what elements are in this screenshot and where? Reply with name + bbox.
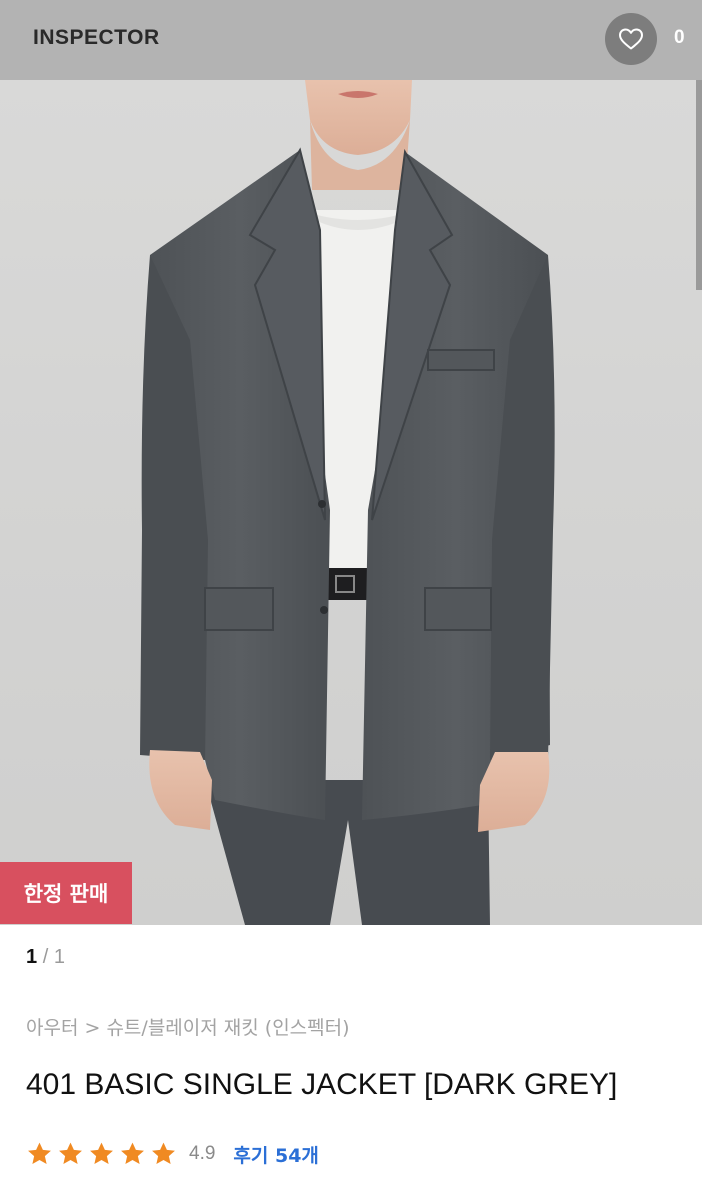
pager-current: 1 bbox=[26, 946, 38, 968]
heart-outline-icon bbox=[619, 28, 643, 50]
jacket-photo-illustration bbox=[140, 80, 555, 925]
pager-total: 1 bbox=[53, 946, 65, 968]
reviews-link[interactable]: 후기 54개 bbox=[233, 1141, 319, 1168]
like-count: 0 bbox=[674, 27, 685, 48]
rating-row: 4.9 후기 54개 bbox=[24, 1137, 319, 1171]
top-bar: INSPECTOR 0 bbox=[0, 0, 702, 80]
breadcrumb-category[interactable]: 아우터 bbox=[26, 1017, 84, 1039]
limited-sale-badge: 한정 판매 bbox=[0, 862, 132, 924]
star-icon bbox=[121, 1142, 144, 1165]
rating-stars bbox=[24, 1140, 179, 1168]
image-pager: 1 / 1 bbox=[26, 946, 65, 969]
like-button[interactable] bbox=[605, 13, 657, 65]
product-image[interactable] bbox=[0, 80, 702, 925]
star-icon bbox=[59, 1142, 82, 1165]
star-icon bbox=[28, 1142, 51, 1165]
breadcrumb-separator: > bbox=[84, 1017, 107, 1039]
breadcrumb-brand[interactable]: (인스펙터) bbox=[265, 1017, 350, 1039]
brand-logo[interactable]: INSPECTOR bbox=[33, 26, 160, 50]
star-icon bbox=[152, 1142, 175, 1165]
breadcrumb: 아우터 > 슈트/블레이저 재킷 (인스펙터) bbox=[26, 1013, 350, 1040]
breadcrumb-subcategory[interactable]: 슈트/블레이저 재킷 bbox=[106, 1017, 264, 1039]
image-scrollbar[interactable] bbox=[696, 80, 702, 290]
star-icon bbox=[90, 1142, 113, 1165]
pager-separator: / bbox=[42, 946, 54, 968]
product-title: 401 BASIC SINGLE JACKET [DARK GREY] bbox=[26, 1068, 618, 1101]
rating-value: 4.9 bbox=[189, 1143, 216, 1164]
